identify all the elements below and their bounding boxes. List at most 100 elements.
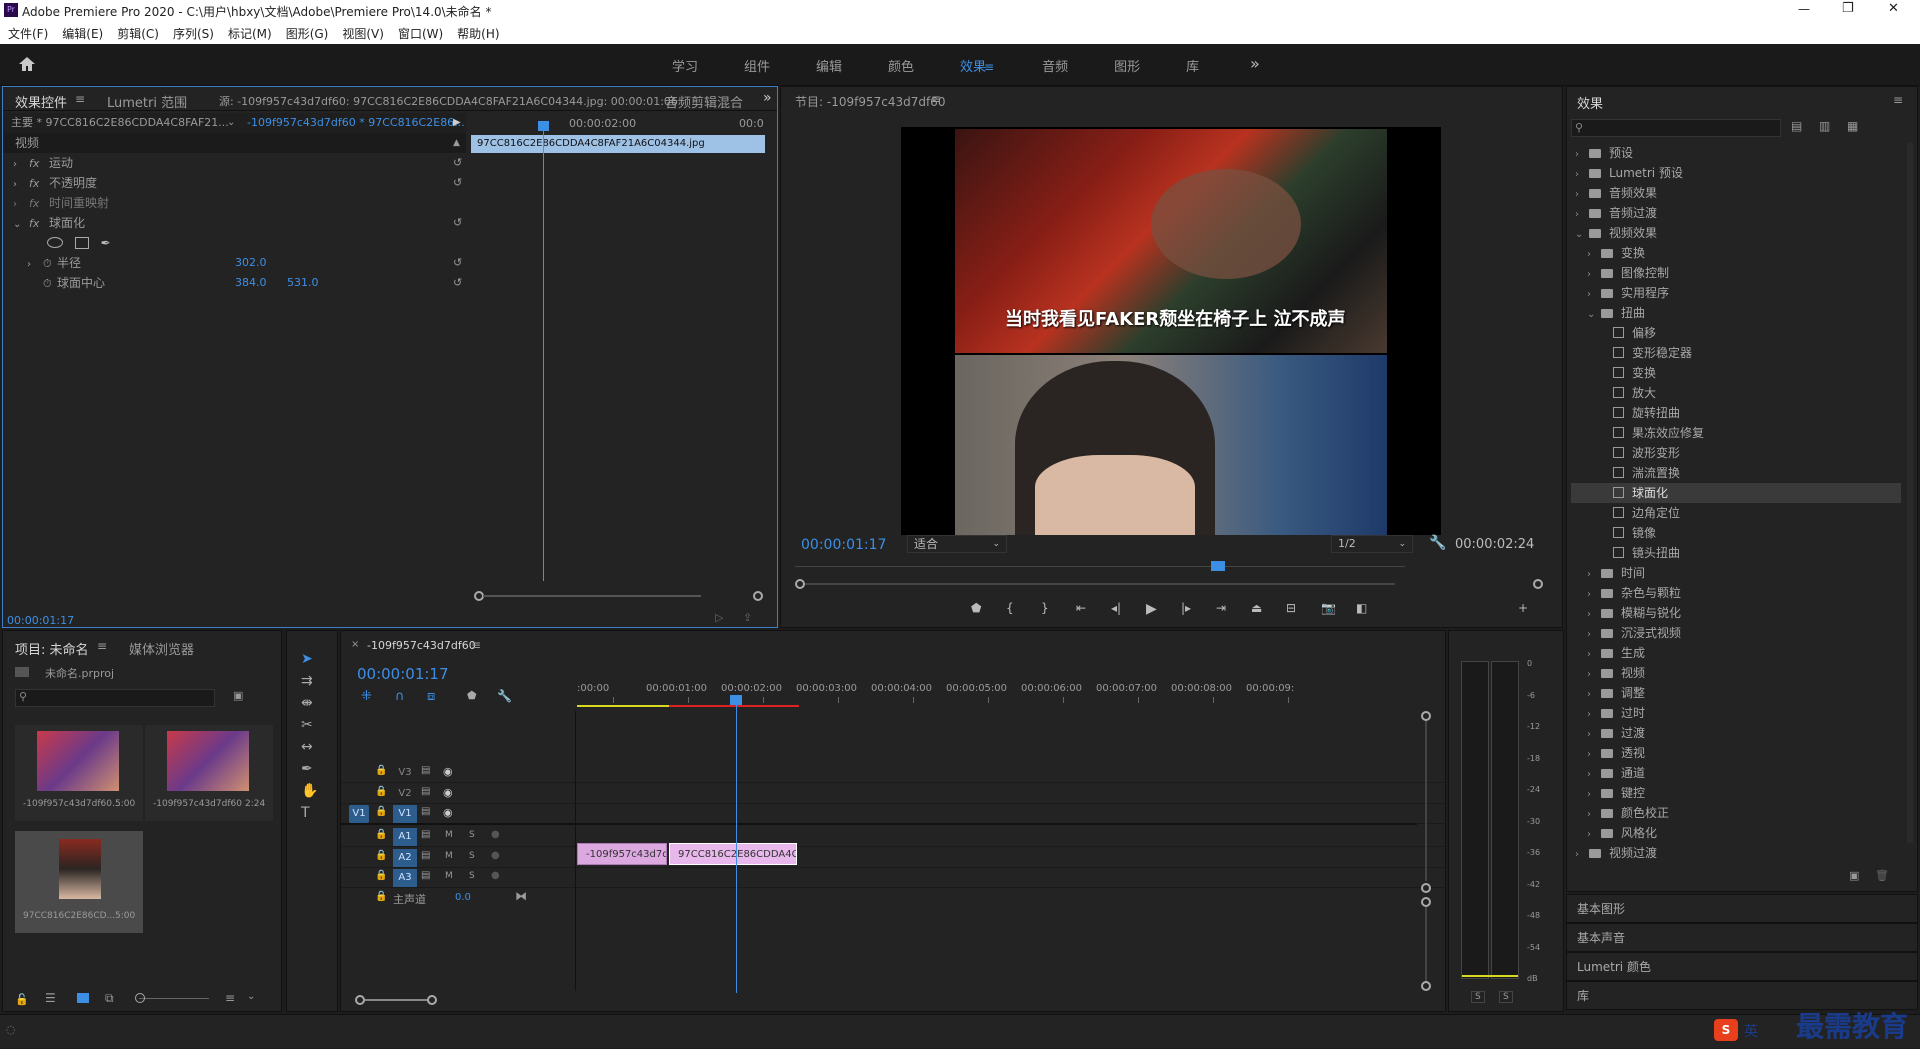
sync-lock-icon[interactable]: ▤ bbox=[421, 786, 430, 797]
tab-menu-icon[interactable]: ≡ bbox=[97, 639, 107, 653]
reset-icon[interactable]: ↺ bbox=[453, 173, 462, 193]
expand-icon[interactable]: › bbox=[1587, 645, 1601, 665]
expand-icon[interactable]: › bbox=[1587, 705, 1601, 725]
voiceover-icon[interactable]: ● bbox=[491, 850, 500, 861]
pen-icon[interactable]: ✒ bbox=[301, 761, 318, 783]
fit-dropdown[interactable]: 适合 ⌄ bbox=[907, 535, 1007, 553]
voiceover-icon[interactable]: ● bbox=[491, 870, 500, 881]
sort-icon[interactable]: ≡ bbox=[225, 991, 235, 1005]
resolution-dropdown[interactable]: 1/2 ⌄ bbox=[1331, 535, 1413, 553]
trash-icon[interactable]: 🗑 bbox=[1875, 869, 1889, 882]
effects-tree-item[interactable]: 湍流置换 bbox=[1571, 463, 1901, 483]
menu-item-3[interactable]: 序列(S) bbox=[173, 27, 214, 41]
effects-tree-item[interactable]: › 过渡 bbox=[1571, 723, 1901, 743]
mute-button[interactable]: M bbox=[445, 830, 453, 840]
effects-tree-item[interactable]: › 杂色与颗粒 bbox=[1571, 583, 1901, 603]
menu-item-7[interactable]: 窗口(W) bbox=[398, 27, 443, 41]
sync-lock-icon[interactable]: ▤ bbox=[421, 765, 430, 776]
lock-icon[interactable]: 🔓 bbox=[15, 993, 29, 1006]
voiceover-icon[interactable]: ● bbox=[491, 829, 500, 840]
pen-mask-icon[interactable]: ✒ bbox=[101, 236, 111, 250]
v-scrollbar-video[interactable] bbox=[1425, 721, 1427, 881]
effects-tree-item[interactable]: › 音频效果 bbox=[1571, 183, 1901, 203]
track-target-V1[interactable]: V1 bbox=[393, 805, 417, 823]
program-playhead[interactable] bbox=[1211, 561, 1225, 571]
expand-icon[interactable]: › bbox=[27, 255, 43, 275]
effects-tree-item[interactable]: › 通道 bbox=[1571, 763, 1901, 783]
freeform-view-icon[interactable]: ⧉ bbox=[105, 991, 114, 1006]
tab-source[interactable]: 源: -109f957c43d7df60: 97CC816C2E86CDDA4C… bbox=[219, 93, 678, 109]
accelerated-effects-icon[interactable]: ▤ bbox=[1791, 119, 1802, 133]
reset-icon[interactable]: ↺ bbox=[453, 153, 462, 173]
effects-tree-item[interactable]: › 视频 bbox=[1571, 663, 1901, 683]
ripple-edit-icon[interactable]: ⇼ bbox=[301, 695, 318, 717]
effects-tree-item[interactable]: 镜头扭曲 bbox=[1571, 543, 1901, 563]
v-scroll-mid-2[interactable] bbox=[1421, 897, 1431, 907]
clip-2[interactable]: 97CC816C2E86CDDA4C8FAF2 bbox=[669, 843, 797, 865]
list-view-icon[interactable]: ☰ bbox=[45, 991, 56, 1005]
track-target-A3[interactable]: A3 bbox=[393, 869, 417, 887]
lock-icon[interactable]: 🔒 bbox=[375, 786, 387, 797]
expand-icon[interactable]: › bbox=[1587, 785, 1601, 805]
extract-icon[interactable]: ⊟ bbox=[1286, 601, 1296, 615]
effects-tree-item[interactable]: 变换 bbox=[1571, 363, 1901, 383]
rectangle-mask-icon[interactable] bbox=[74, 237, 89, 249]
lock-icon[interactable]: 🔒 bbox=[375, 850, 387, 861]
ellipse-mask-icon[interactable] bbox=[47, 237, 63, 248]
go-to-end-icon[interactable]: ⧓ bbox=[515, 889, 527, 903]
workspace-tab-2[interactable]: 编辑 bbox=[816, 56, 888, 75]
expand-icon[interactable]: › bbox=[1587, 765, 1601, 785]
effects-tree-item[interactable]: › 模糊与锐化 bbox=[1571, 603, 1901, 623]
goto-out-icon[interactable]: ⇥ bbox=[1216, 601, 1226, 615]
effects-tree-item[interactable]: 偏移 bbox=[1571, 323, 1901, 343]
goto-in-icon[interactable]: ⇤ bbox=[1076, 601, 1086, 615]
menu-item-8[interactable]: 帮助(H) bbox=[457, 27, 499, 41]
effects-tree-item[interactable]: › 生成 bbox=[1571, 643, 1901, 663]
expand-icon[interactable]: ⌄ bbox=[1575, 225, 1589, 245]
expand-icon[interactable]: › bbox=[1575, 145, 1589, 165]
effects-tree-item[interactable]: › 图像控制 bbox=[1571, 263, 1901, 283]
v-scroll-top[interactable] bbox=[1421, 711, 1431, 721]
effects-tree-item[interactable]: › 过时 bbox=[1571, 703, 1901, 723]
menu-item-5[interactable]: 图形(G) bbox=[286, 27, 329, 41]
menu-item-0[interactable]: 文件(F) bbox=[8, 27, 48, 41]
program-timecode[interactable]: 00:00:01:17 bbox=[801, 537, 886, 553]
h-scroll-start[interactable] bbox=[355, 995, 365, 1005]
stopwatch-icon[interactable]: ⏱ bbox=[43, 254, 57, 274]
v-scroll-bottom[interactable] bbox=[1421, 981, 1431, 991]
mini-playhead[interactable] bbox=[543, 121, 544, 581]
effects-tree-item[interactable]: › 风格化 bbox=[1571, 823, 1901, 843]
fx-icon[interactable]: fx bbox=[29, 174, 49, 194]
effects-tree-item[interactable]: 放大 bbox=[1571, 383, 1901, 403]
reset-icon[interactable]: ↺ bbox=[453, 253, 462, 273]
effects-search-input[interactable]: ⚲ bbox=[1571, 119, 1781, 137]
sync-lock-icon[interactable]: ▤ bbox=[421, 870, 430, 881]
step-back-icon[interactable]: ◂| bbox=[1111, 601, 1121, 615]
timeline-playhead[interactable] bbox=[736, 705, 737, 993]
effect-row-2[interactable]: › fx 时间重映射 bbox=[3, 193, 466, 213]
effects-tree-item[interactable]: 果冻效应修复 bbox=[1571, 423, 1901, 443]
collapsed-panel-0[interactable]: 基本图形 bbox=[1566, 894, 1918, 923]
expand-icon[interactable]: › bbox=[1587, 745, 1601, 765]
panel-expand-icon[interactable]: » bbox=[763, 90, 772, 106]
wrench-icon[interactable]: 🔧 bbox=[1429, 535, 1446, 551]
tab-audio-mixer[interactable]: 音频剪辑混合 bbox=[665, 92, 743, 111]
effects-tree-item[interactable]: › 实用程序 bbox=[1571, 283, 1901, 303]
razor-icon[interactable]: ✂ bbox=[301, 717, 318, 739]
home-icon[interactable] bbox=[18, 56, 36, 72]
eye-icon[interactable]: ◉ bbox=[443, 765, 453, 778]
mute-button[interactable]: M bbox=[445, 871, 453, 881]
expand-icon[interactable]: › bbox=[1575, 185, 1589, 205]
export-icon[interactable]: ⇪ bbox=[743, 611, 752, 624]
sequence-clip-label[interactable]: -109f957c43d7df60 * 97CC816C2E86... bbox=[247, 113, 465, 133]
out-icon[interactable]: } bbox=[1041, 601, 1049, 615]
meter-solo-left[interactable]: S bbox=[1471, 991, 1485, 1003]
dropdown-icon[interactable]: ⌄ bbox=[227, 113, 235, 133]
lock-icon[interactable]: 🔒 bbox=[375, 891, 387, 902]
sort-dropdown-icon[interactable]: ⌄ bbox=[247, 991, 255, 1002]
zoom-slider-handle[interactable] bbox=[135, 993, 145, 1003]
v-scroll-mid[interactable] bbox=[1421, 883, 1431, 893]
effect-row-0[interactable]: › fx 运动 ↺ bbox=[3, 153, 466, 173]
tab-media-browser[interactable]: 媒体浏览器 bbox=[129, 639, 194, 658]
program-menu-icon[interactable]: ≡ bbox=[931, 92, 941, 106]
